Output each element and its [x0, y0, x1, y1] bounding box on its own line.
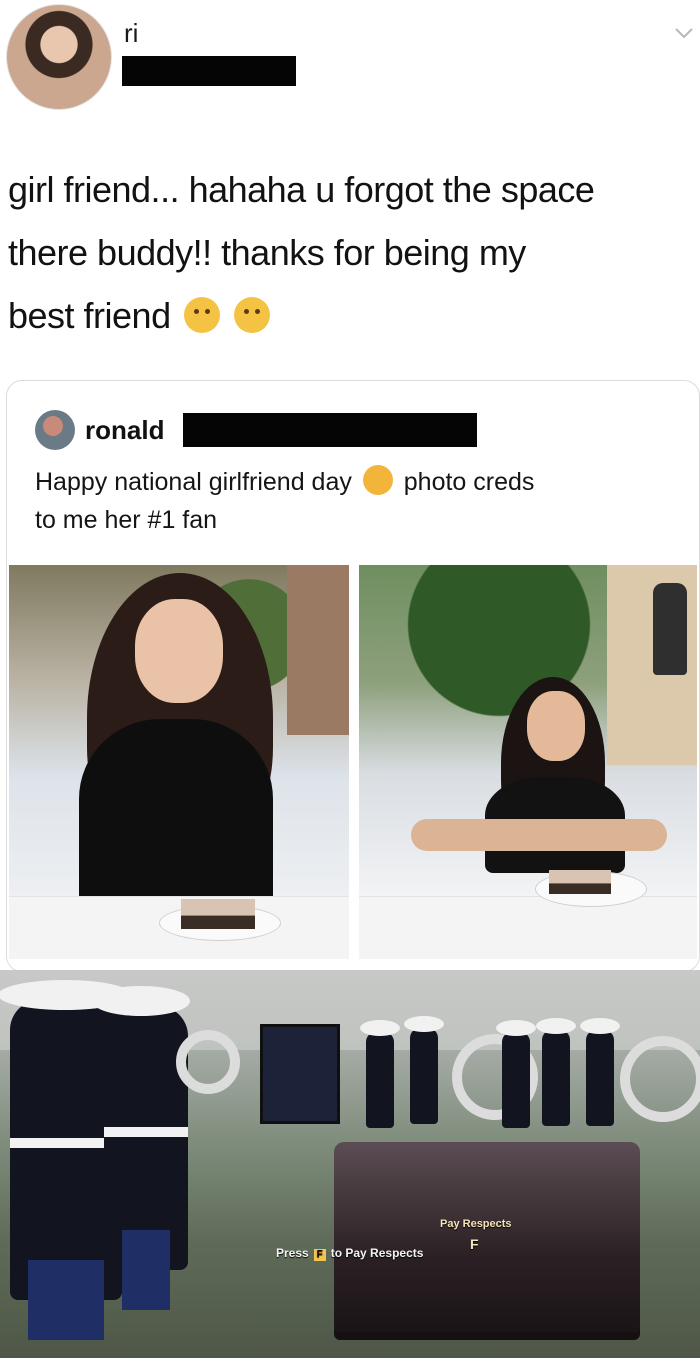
soldier-hat [92, 986, 190, 1016]
quoted-text-part-2: photo creds [403, 468, 535, 496]
soldier-hat [404, 1016, 444, 1032]
quoted-tweet-text: Happy national girlfriend day photo cred… [35, 463, 675, 539]
flower-wreath [620, 1036, 700, 1122]
soldier-back-5 [580, 1018, 620, 1126]
quoted-author-avatar[interactable] [35, 410, 75, 450]
tweet-author-name[interactable]: ri [124, 18, 138, 49]
soldier-pants [122, 1230, 170, 1310]
quoted-text-part-3: to me her #1 fan [35, 506, 218, 534]
quoted-photo-left[interactable] [9, 565, 349, 959]
chevron-down-icon[interactable] [674, 26, 694, 40]
press-f-prompt: Press Fto Pay Respects [276, 1246, 423, 1261]
coffin-pay-respects-label: Pay Respects [440, 1218, 512, 1230]
tweet-text-line-1: girl friend... hahaha u forgot the space [8, 169, 595, 210]
photo-left-cake [181, 899, 255, 929]
fallen-soldier-portrait [260, 1024, 340, 1124]
quoted-text-part-1: Happy national girlfriend day [35, 468, 352, 496]
photo-right-face [527, 691, 585, 761]
flower-wreath [176, 1030, 240, 1094]
soldier-back-4 [536, 1018, 576, 1126]
quoted-author-name[interactable]: ronald [85, 415, 164, 446]
tweet-text-line-2: there buddy!! thanks for being my [8, 232, 526, 273]
photo-right-table [359, 896, 697, 959]
soldier-pants [28, 1260, 104, 1340]
photo-left-building [287, 565, 349, 735]
soldier-left-2 [92, 986, 190, 1310]
hud-action-label: to Pay Respects [330, 1246, 424, 1260]
quoted-tweet-card[interactable]: ronald Happy national girlfriend day pho… [6, 380, 700, 972]
f-key-icon: F [313, 1249, 326, 1261]
soldier-hat [496, 1020, 536, 1036]
soldier-hat [536, 1018, 576, 1034]
redacted-quoted-handle [183, 413, 477, 447]
bottle-sign-icon [653, 583, 687, 675]
soldier-back-2 [404, 1016, 444, 1124]
hud-press-label: Press [276, 1246, 309, 1260]
soldier-hat [580, 1018, 620, 1034]
tweet-text-line-3-label: best friend [8, 295, 171, 336]
coffin-f-key-label: F [470, 1236, 479, 1252]
soldier-back-3 [496, 1020, 536, 1128]
coffin[interactable] [334, 1142, 640, 1332]
kissing-face-icon [184, 297, 221, 333]
tweet-text-line-3: best friend [8, 284, 698, 347]
game-funeral-scene [0, 970, 700, 1358]
soldier-hat [360, 1020, 400, 1036]
quoted-photo-right[interactable] [359, 565, 697, 959]
photo-left-dress [79, 719, 273, 909]
photo-right-cake [549, 870, 611, 894]
photo-left-face [135, 599, 223, 703]
redacted-handle [122, 56, 296, 86]
tweet-author-avatar[interactable] [6, 4, 112, 110]
soldier-back-1 [360, 1020, 400, 1128]
relieved-face-icon [233, 297, 270, 333]
tweet-text: girl friend... hahaha u forgot the space… [8, 158, 698, 347]
photo-right-arms [411, 819, 667, 851]
smiling-face-with-hearts-icon [362, 465, 393, 495]
soldier-belt [104, 1127, 188, 1138]
